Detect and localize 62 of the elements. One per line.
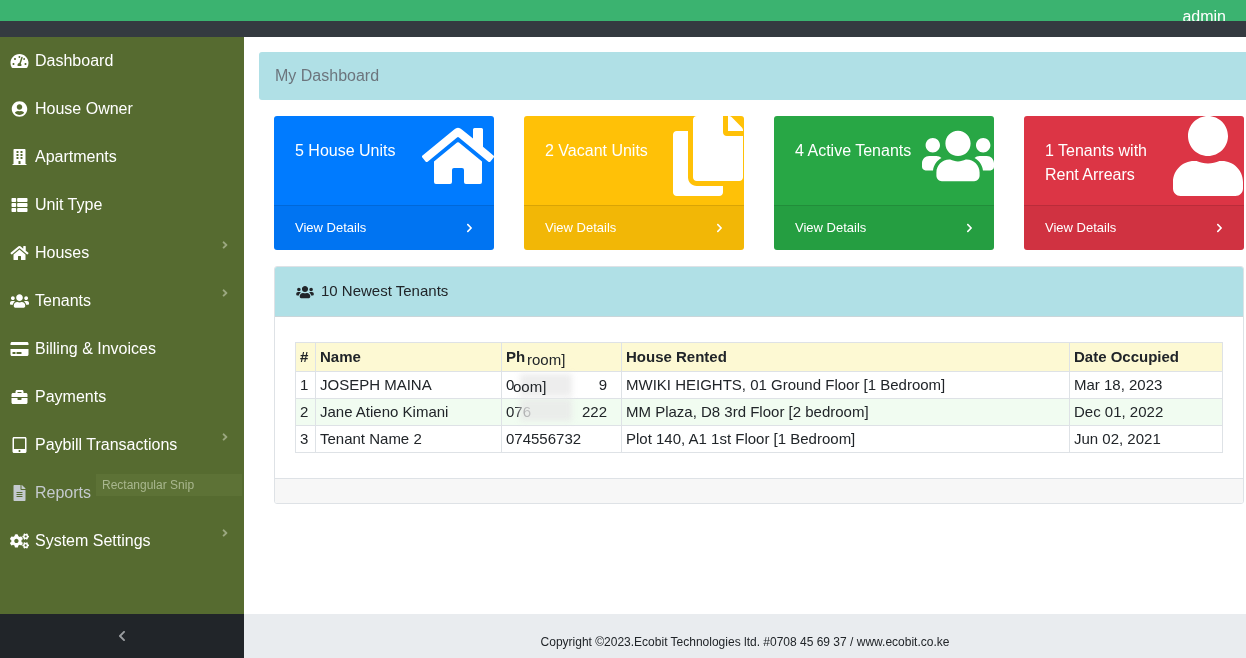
table-cell: Mar 18, 2023 xyxy=(1069,371,1223,399)
card-title: 4 Active Tenants xyxy=(795,141,912,161)
chevron-left-icon xyxy=(118,630,126,642)
sidebar-item[interactable]: Dashboard xyxy=(10,49,114,73)
credit-card-icon xyxy=(10,341,29,357)
gears-icon xyxy=(10,533,29,549)
sidebar-item[interactable]: System Settings xyxy=(10,529,151,553)
table-cell: Plot 140, A1 1st Floor [1 Bedroom] xyxy=(621,425,1070,453)
page-header: My Dashboard xyxy=(259,52,1246,100)
copy-icon xyxy=(672,116,744,196)
users-icon xyxy=(295,284,315,299)
sidebar-item[interactable]: Unit Type xyxy=(10,193,103,217)
table-cell: MM Plaza, D8 3rd Floor [2 bedroom] xyxy=(621,398,1070,426)
column-header: Date Occupied xyxy=(1069,342,1223,372)
card-footer[interactable]: View Details xyxy=(774,205,994,250)
table-cell: 2 xyxy=(295,398,316,426)
sidebar-item[interactable]: Billing & Invoices xyxy=(10,337,156,361)
table-cell: MWIKI HEIGHTS, 01 Ground Floor [1 Bedroom] xyxy=(621,371,1070,399)
card-footer[interactable]: View Details xyxy=(274,205,494,250)
tooltip: Rectangular Snip xyxy=(96,474,242,496)
card-title: 5 House Units xyxy=(295,141,396,161)
table-cell: 1 xyxy=(295,371,316,399)
sidebar-item[interactable]: Reports xyxy=(10,481,92,505)
gauge-icon xyxy=(10,53,29,69)
chevron-icon xyxy=(466,223,473,233)
table-cell: Jun 02, 2021 xyxy=(1069,425,1223,453)
users-icon xyxy=(10,293,29,309)
table-cell: Tenant Name 2 xyxy=(315,425,502,453)
list-icon xyxy=(10,197,29,213)
overlay-text: room] xyxy=(527,350,566,370)
tablet-icon xyxy=(10,437,29,453)
chevron-icon xyxy=(966,223,973,233)
briefcase-icon xyxy=(10,389,29,405)
sidebar-item[interactable]: Payments xyxy=(10,385,107,409)
table-cell: Jane Atieno Kimani xyxy=(315,398,502,426)
sidebar-item[interactable]: Houses xyxy=(10,241,90,265)
column-header: Name xyxy=(315,342,502,372)
building-icon xyxy=(10,149,29,165)
footer: Copyright ©2023.Ecobit Technologies ltd. #0708 45 69 37 / www.ecobit.co.ke xyxy=(244,614,1246,658)
sidebar-item[interactable]: Tenants xyxy=(10,289,92,313)
panel-title: 10 Newest Tenants xyxy=(321,281,449,302)
phone-text: 222 xyxy=(581,401,607,422)
card-title: 2 Vacant Units xyxy=(545,141,648,161)
overlay-text: oom] xyxy=(513,377,547,397)
phone-text: 074556732 xyxy=(506,428,582,449)
table-cell: JOSEPH MAINA xyxy=(315,371,502,399)
house-icon xyxy=(10,245,29,261)
column-header: House Rented xyxy=(621,342,1070,372)
chevron-icon xyxy=(1216,223,1223,233)
table-cell: 3 xyxy=(295,425,316,453)
phone-text: 076 xyxy=(506,401,532,422)
sidebar-toggle[interactable] xyxy=(0,614,244,658)
sidebar-item[interactable]: Apartments xyxy=(10,145,117,169)
sidebar-item[interactable]: Paybill Transactions xyxy=(10,433,178,457)
column-header: # xyxy=(295,342,316,372)
table-cell: Dec 01, 2022 xyxy=(1069,398,1223,426)
card-title: 1 Tenants with Rent Arrears xyxy=(1045,141,1148,185)
chevron-icon xyxy=(716,223,723,233)
card-footer[interactable]: View Details xyxy=(1024,205,1244,250)
phone-text: 9 xyxy=(598,374,607,395)
phone-text: 0 xyxy=(506,374,515,393)
sidebar-item[interactable]: House Owner xyxy=(10,97,133,121)
